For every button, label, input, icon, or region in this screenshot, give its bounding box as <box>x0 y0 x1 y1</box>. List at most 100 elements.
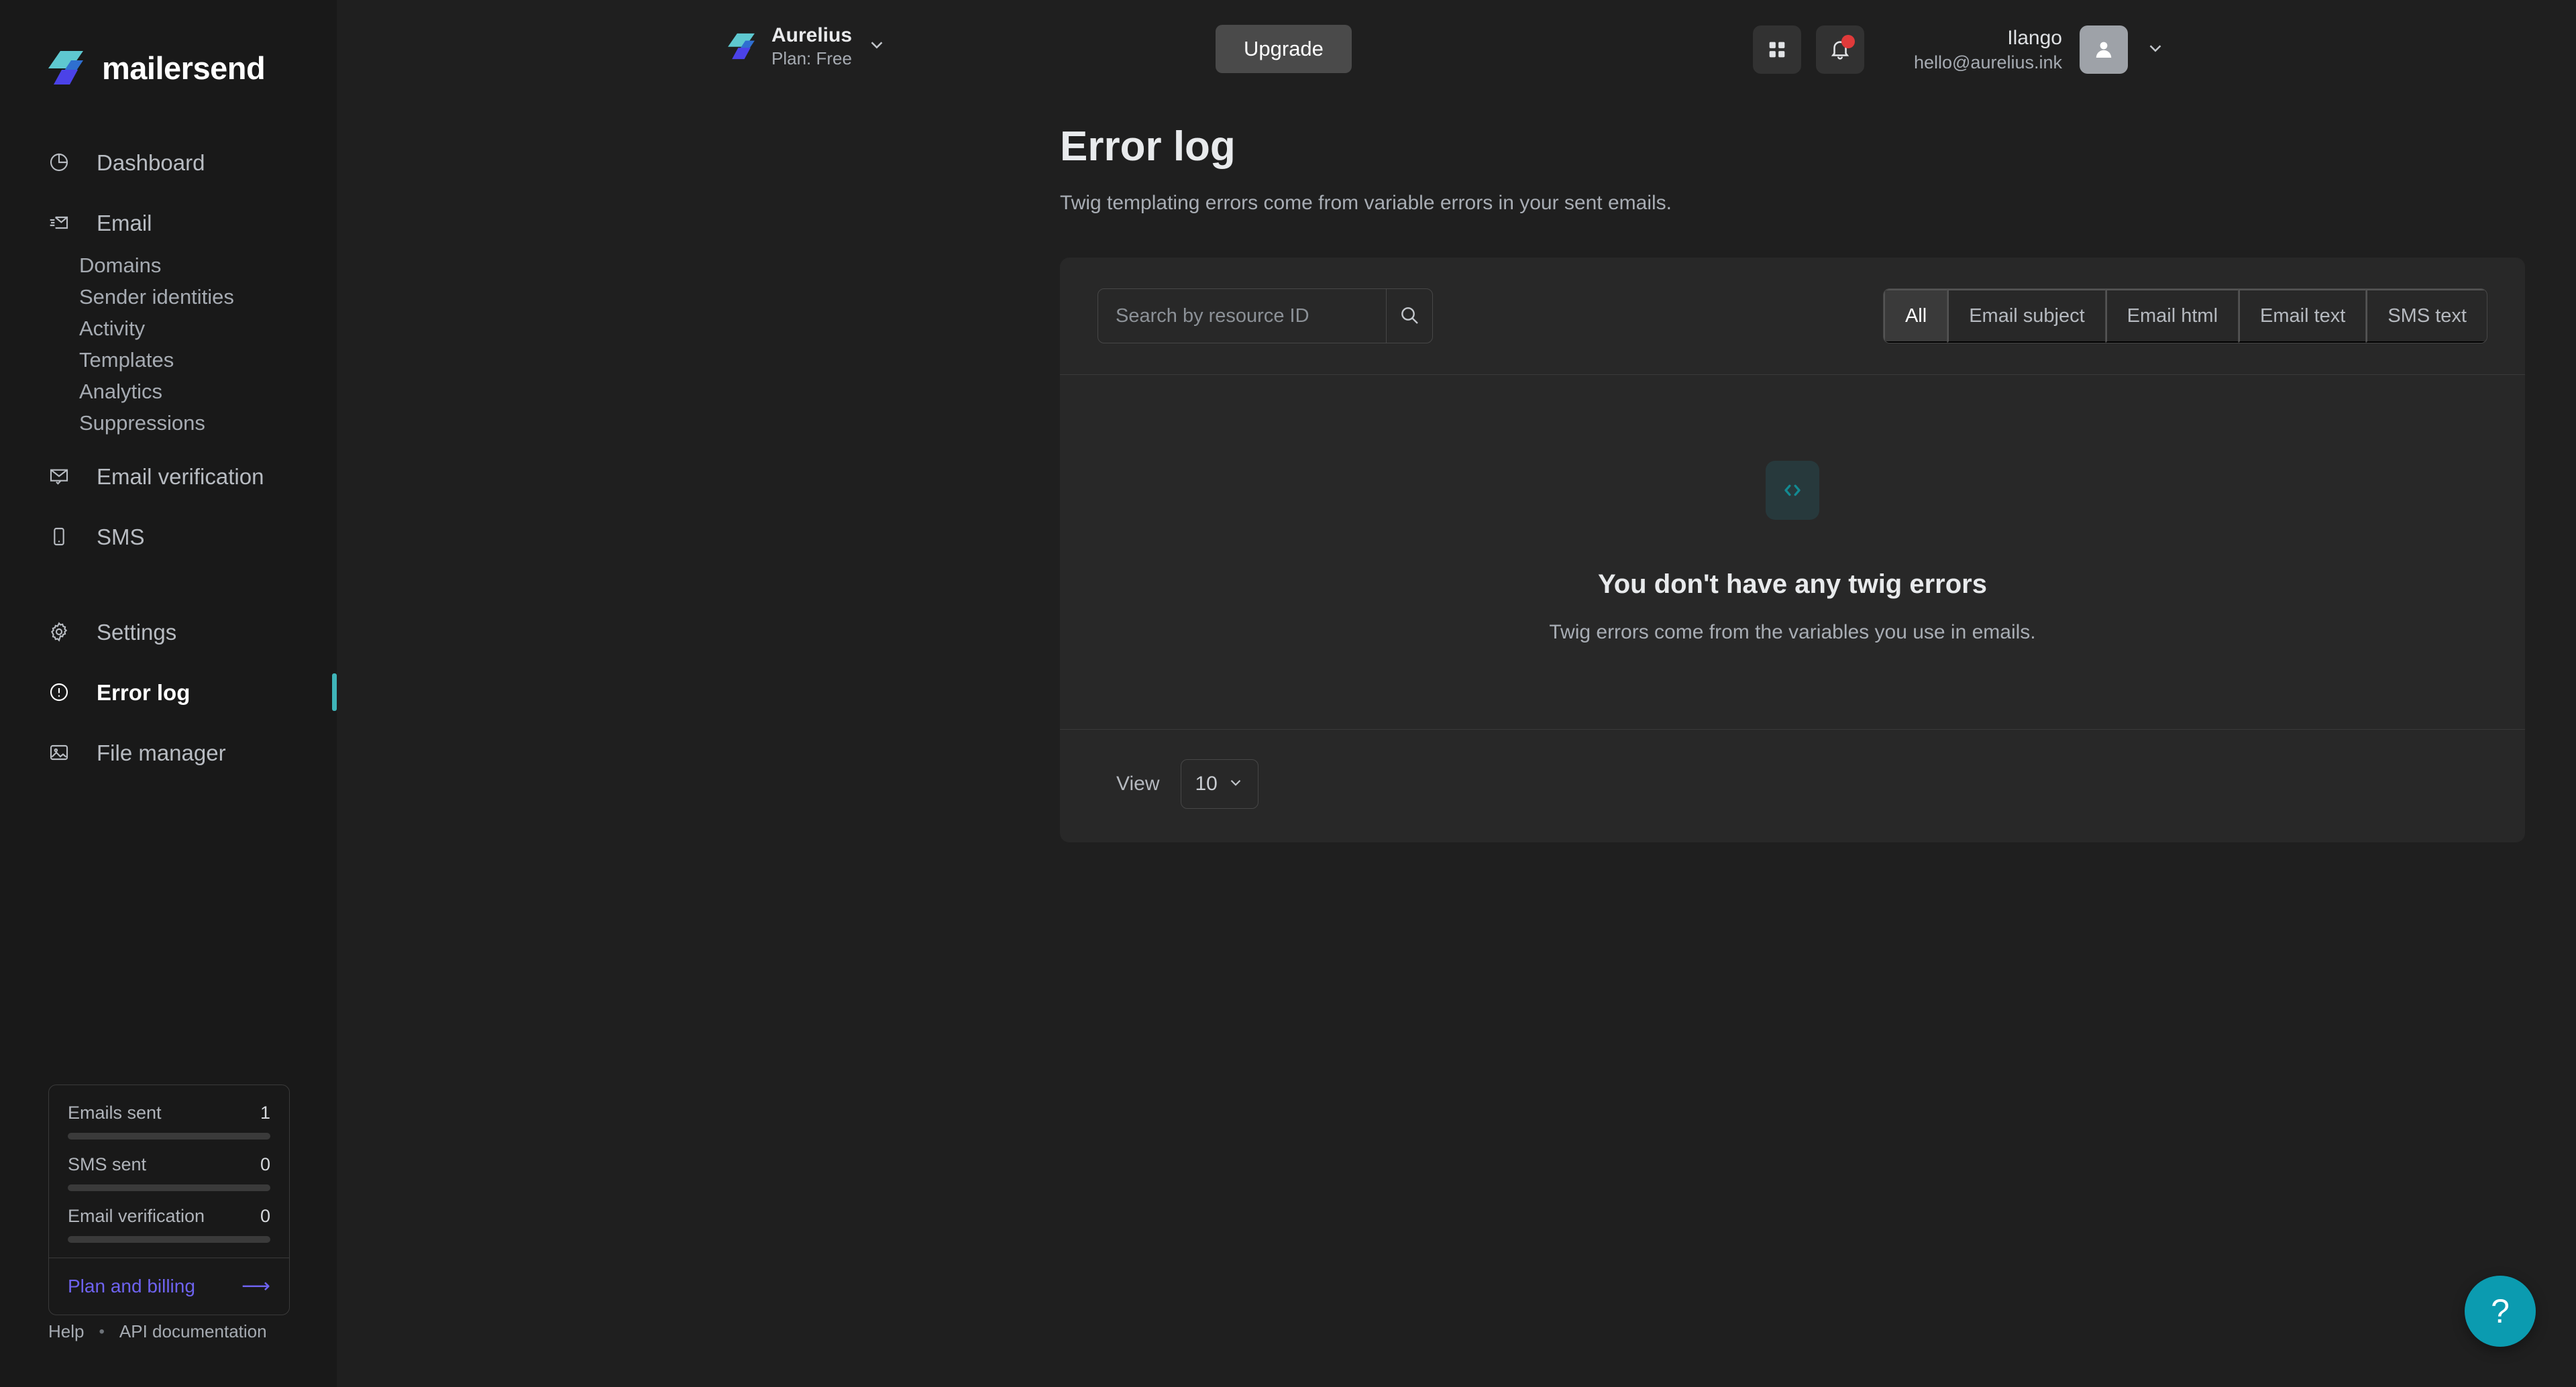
alert-circle-icon <box>46 679 72 706</box>
sidebar-subitem-label: Templates <box>79 348 174 372</box>
filter-tab-email-subject[interactable]: Email subject <box>1947 289 2106 343</box>
pie-chart-icon <box>46 149 72 176</box>
empty-state-subtitle: Twig errors come from the variables you … <box>1549 620 2036 643</box>
code-brackets-icon <box>1766 460 1819 520</box>
sidebar-item-file-manager[interactable]: File manager <box>0 730 337 775</box>
usage-metrics: Emails sent 1 SMS sent 0 Email verificat… <box>49 1085 289 1258</box>
main-content: Aurelius Plan: Free Upgrade Ilango hello… <box>337 0 2576 1387</box>
plan-and-billing-label: Plan and billing <box>68 1276 195 1296</box>
usage-row: Email verification 0 <box>68 1206 270 1227</box>
envelope-send-icon <box>46 209 72 236</box>
sidebar-subitem-label: Analytics <box>79 380 163 403</box>
org-name: Aurelius <box>771 24 853 46</box>
view-label: View <box>1116 773 1160 795</box>
usage-label: Email verification <box>68 1206 205 1226</box>
sidebar-item-label: File manager <box>97 740 226 765</box>
empty-state: You don't have any twig errors Twig erro… <box>1060 375 2525 729</box>
search-icon <box>1399 304 1420 328</box>
page-size-value: 10 <box>1195 773 1218 795</box>
plan-and-billing-link[interactable]: Plan and billing ⟶ <box>49 1258 289 1315</box>
search-input[interactable] <box>1098 289 1386 343</box>
grid-apps-icon[interactable] <box>1752 25 1801 74</box>
usage-row: Emails sent 1 <box>68 1103 270 1123</box>
image-file-icon <box>46 739 72 766</box>
filter-tab-sms-text[interactable]: SMS text <box>2366 289 2487 343</box>
usage-progress-bar <box>68 1133 270 1140</box>
error-log-card: All Email subject Email html Email text … <box>1060 258 2525 842</box>
usage-progress-bar <box>68 1184 270 1191</box>
mailersend-logo-icon <box>46 48 86 87</box>
sidebar-item-domains[interactable]: Domains <box>0 249 337 281</box>
sidebar-item-suppressions[interactable]: Suppressions <box>0 407 337 439</box>
sidebar-item-label: Settings <box>97 619 177 645</box>
app-root: mailersend Dashboard Email Domains Sende… <box>0 0 2576 1387</box>
upgrade-button[interactable]: Upgrade <box>1216 25 1352 73</box>
sidebar-item-error-log[interactable]: Error log <box>0 669 337 715</box>
usage-value: 0 <box>260 1206 270 1226</box>
card-toolbar: All Email subject Email html Email text … <box>1060 258 2525 374</box>
page-title: Error log <box>1060 123 1236 170</box>
avatar <box>2080 25 2128 74</box>
mobile-phone-icon <box>46 523 72 550</box>
usage-label: Emails sent <box>68 1103 162 1123</box>
envelope-check-icon <box>46 463 72 490</box>
sidebar-nav: Dashboard Email Domains Sender identitie… <box>0 140 337 775</box>
brand-logo[interactable]: mailersend <box>0 0 337 87</box>
filter-tab-all[interactable]: All <box>1883 289 1948 343</box>
sidebar-item-settings[interactable]: Settings <box>0 609 337 655</box>
sidebar-item-email[interactable]: Email <box>0 200 337 245</box>
bell-icon[interactable] <box>1815 25 1864 74</box>
top-bar: Aurelius Plan: Free Upgrade Ilango hello… <box>337 0 2576 107</box>
help-button[interactable]: ? <box>2465 1276 2536 1347</box>
card-footer: View 10 <box>1060 730 2525 842</box>
search-box[interactable] <box>1097 288 1433 343</box>
help-link[interactable]: Help <box>48 1321 84 1342</box>
sidebar-item-dashboard[interactable]: Dashboard <box>0 140 337 185</box>
sidebar-item-label: Email verification <box>97 463 264 489</box>
email-subnav: Domains Sender identities Activity Templ… <box>0 249 337 439</box>
usage-label: SMS sent <box>68 1154 147 1174</box>
usage-value: 1 <box>260 1103 270 1123</box>
empty-state-title: You don't have any twig errors <box>1598 569 1987 599</box>
sidebar-item-analytics[interactable]: Analytics <box>0 376 337 407</box>
gear-icon <box>46 618 72 645</box>
arrow-right-icon: ⟶ <box>241 1275 270 1297</box>
chevron-down-icon <box>867 35 887 58</box>
sidebar-item-label: SMS <box>97 524 145 549</box>
filter-tabs: All Email subject Email html Email text … <box>1882 288 2487 343</box>
sidebar-item-label: Email <box>97 210 152 235</box>
brand-name: mailersend <box>102 50 266 86</box>
org-switcher[interactable]: Aurelius Plan: Free <box>726 25 887 67</box>
sidebar-subitem-label: Activity <box>79 317 146 340</box>
api-documentation-link[interactable]: API documentation <box>119 1321 267 1342</box>
sidebar-subitem-label: Sender identities <box>79 285 234 309</box>
sidebar-item-templates[interactable]: Templates <box>0 344 337 376</box>
usage-value: 0 <box>260 1154 270 1174</box>
sidebar-footer: Help • API documentation <box>48 1321 267 1342</box>
sidebar-item-activity[interactable]: Activity <box>0 313 337 344</box>
mailersend-logo-icon <box>726 31 757 62</box>
sidebar-item-sms[interactable]: SMS <box>0 514 337 559</box>
sidebar-item-sender-identities[interactable]: Sender identities <box>0 281 337 313</box>
sidebar-item-email-verification[interactable]: Email verification <box>0 453 337 499</box>
filter-tab-email-html[interactable]: Email html <box>2105 289 2239 343</box>
sidebar-subitem-label: Suppressions <box>79 411 205 435</box>
chevron-down-icon <box>1227 774 1244 795</box>
page-size-select[interactable]: 10 <box>1181 759 1258 809</box>
top-bar-actions: Ilango hello@aurelius.ink <box>1738 25 2165 74</box>
page-header: Error log Twig templating errors come fr… <box>1060 123 1672 216</box>
sidebar-item-label: Dashboard <box>97 150 205 175</box>
user-name: Ilango <box>2007 26 2062 49</box>
org-plan: Plan: Free <box>771 48 852 68</box>
search-button[interactable] <box>1386 289 1432 343</box>
usage-card: Emails sent 1 SMS sent 0 Email verificat… <box>48 1085 290 1315</box>
usage-row: SMS sent 0 <box>68 1154 270 1175</box>
separator-dot: • <box>99 1322 105 1341</box>
filter-tab-email-text[interactable]: Email text <box>2239 289 2367 343</box>
notification-badge <box>1841 35 1855 48</box>
usage-progress-bar <box>68 1236 270 1243</box>
page-subtitle: Twig templating errors come from variabl… <box>1060 192 1672 215</box>
sidebar-subitem-label: Domains <box>79 254 162 277</box>
user-menu[interactable]: Ilango hello@aurelius.ink <box>1914 25 2165 74</box>
user-email: hello@aurelius.ink <box>1913 52 2062 72</box>
